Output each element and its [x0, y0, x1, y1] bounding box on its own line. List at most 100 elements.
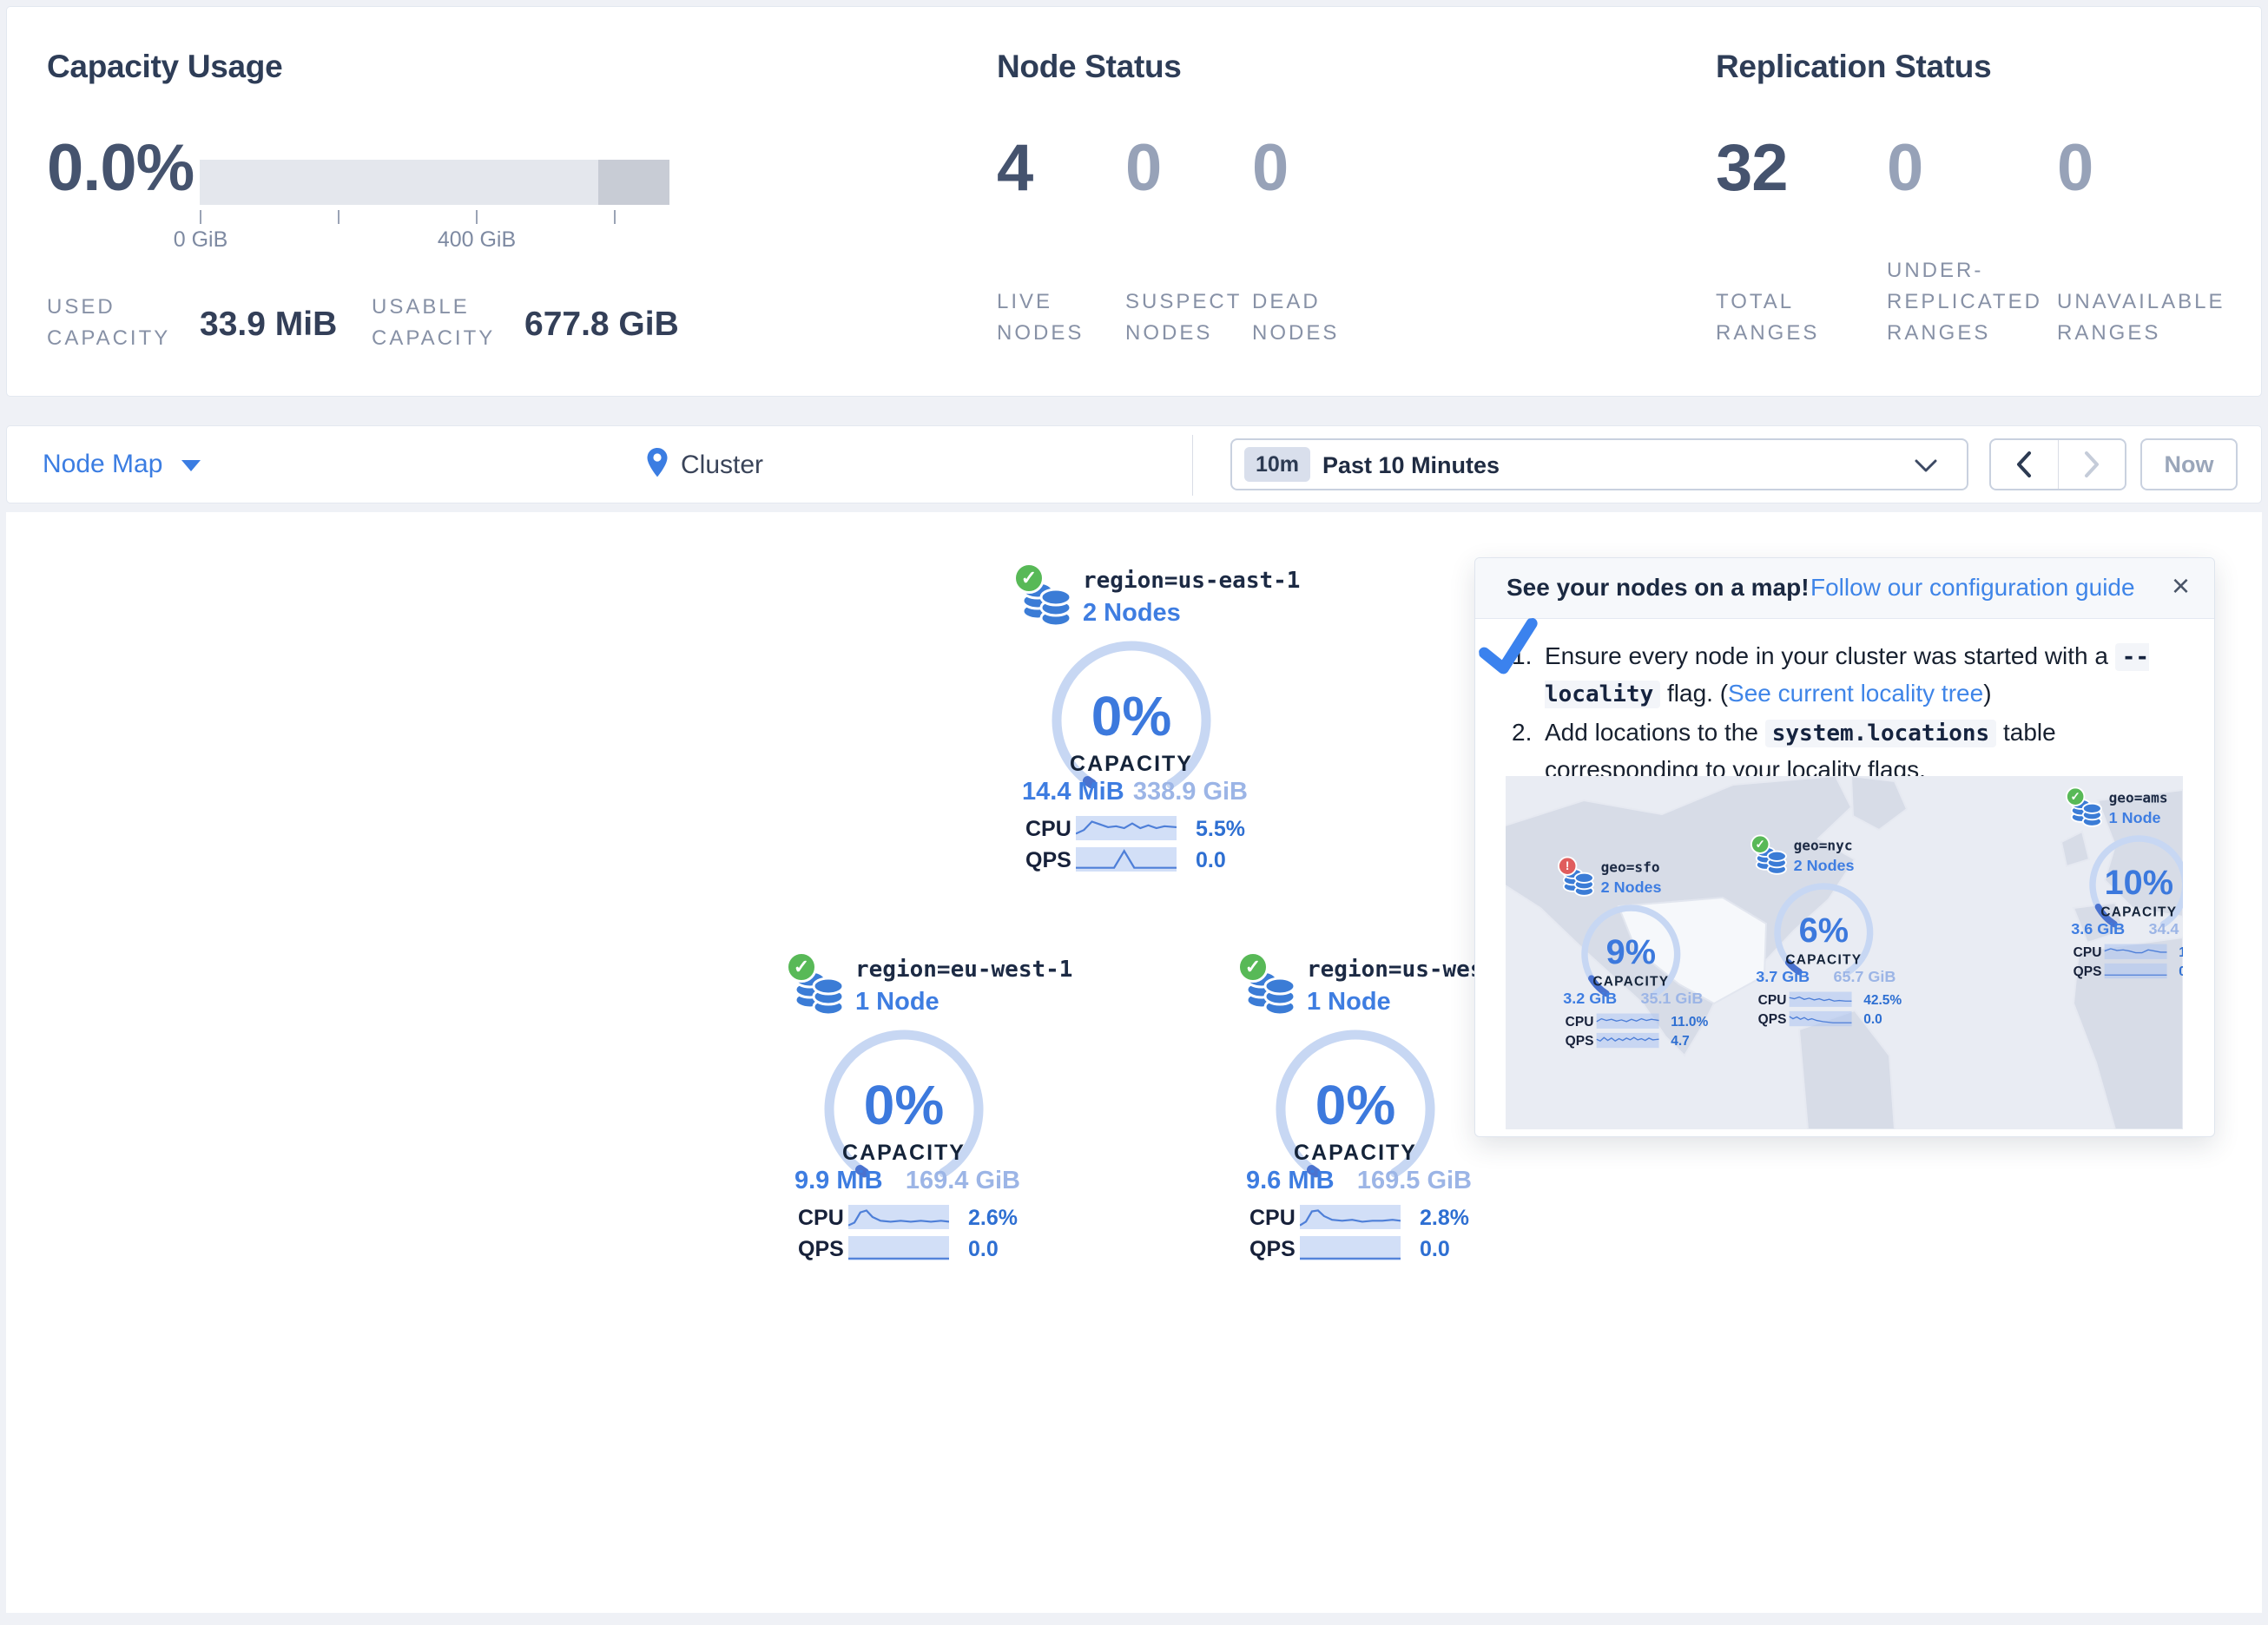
qps-sparkline	[1300, 1236, 1401, 1260]
cpu-label: CPU	[1758, 992, 1787, 1008]
status-ok-icon: ✓	[1013, 562, 1045, 594]
locality-node-count: 2 Nodes	[1601, 879, 1662, 897]
total-capacity: 169.4 GiB	[906, 1167, 1020, 1195]
qps-row: QPS 4.7	[1566, 1033, 1704, 1049]
region-node-eu-west-1[interactable]: ✓ region=eu-west-1 1 Node 0% CAPACITY 9.…	[786, 955, 1022, 1267]
region-node-us-west-1[interactable]: ✓ region=us-west-1 1 Node 0% CAPACITY 9.…	[1237, 955, 1474, 1267]
configuration-guide-link[interactable]: Follow our configuration guide	[1810, 574, 2135, 602]
capacity-label: CAPACITY	[1013, 752, 1249, 777]
cpu-sparkline	[848, 1205, 949, 1229]
total-capacity: 34.4 GiB	[2148, 920, 2183, 938]
unavailable-ranges-label: UNAVAILABLE RANGES	[2057, 286, 2225, 349]
cpu-row: CPU 11.0%	[1566, 1014, 1704, 1030]
status-ok-icon: ✓	[786, 951, 817, 983]
view-selector-label: Node Map	[43, 450, 162, 478]
axis-tick	[614, 210, 616, 224]
used-capacity: 9.9 MiB	[794, 1167, 883, 1195]
map-node-geo-nyc[interactable]: ✓ geo=nyc 2 Nodes 6% CAPACITY 3.7 GiB 65…	[1750, 837, 1897, 1030]
locality-title: geo=ams	[2109, 790, 2168, 806]
popup-header: See your nodes on a map! Follow our conf…	[1475, 558, 2214, 619]
cpu-sparkline	[1300, 1205, 1401, 1229]
total-capacity: 338.9 GiB	[1133, 778, 1248, 806]
cpu-label: CPU	[2074, 944, 2102, 960]
step-text-pre: Add locations to the	[1545, 719, 1765, 746]
region-node-us-east-1[interactable]: ✓ region=us-east-1 2 Nodes 0% CAPACITY 1…	[1013, 566, 1249, 878]
cpu-label: CPU	[1566, 1014, 1594, 1030]
qps-row: QPS 0.0	[1249, 1236, 1474, 1262]
cpu-value: 11.0%	[1671, 1014, 1708, 1030]
qps-value: 0.0	[1863, 1012, 1882, 1028]
capacity-percent: 6%	[1750, 910, 1897, 950]
cpu-value: 12.3%	[2179, 944, 2183, 960]
used-capacity-label: USED CAPACITY	[47, 292, 170, 354]
instruction-step-1: 1. Ensure every node in your cluster was…	[1512, 638, 2182, 713]
region-title: region=us-east-1	[1083, 568, 1300, 594]
capacity-percent: 10%	[2066, 862, 2183, 902]
under-replicated-count: 0	[1887, 130, 1922, 206]
axis-tick-label: 0 GiB	[131, 227, 270, 253]
qps-sparkline	[2105, 964, 2167, 978]
capacity-percent: 0%	[1013, 684, 1249, 748]
cpu-sparkline	[2105, 944, 2167, 959]
suspect-nodes-label: SUSPECT NODES	[1125, 286, 1242, 349]
big-check-icon	[1476, 617, 1544, 679]
suspect-nodes-count: 0	[1125, 130, 1161, 206]
replication-status-title: Replication Status	[1716, 49, 1991, 85]
qps-row: QPS 0.0	[2074, 964, 2183, 980]
time-range-badge: 10m	[1244, 447, 1310, 482]
unavailable-ranges-count: 0	[2057, 130, 2093, 206]
step-text-post: )	[1983, 680, 1991, 707]
used-capacity: 3.7 GiB	[1756, 968, 1810, 985]
step-text-pre: Ensure every node in your cluster was st…	[1545, 642, 2115, 669]
time-step-back-button[interactable]	[1991, 440, 2059, 489]
view-selector-dropdown[interactable]: Node Map	[43, 450, 201, 479]
dead-nodes-label: DEAD NODES	[1252, 286, 1339, 349]
capacity-label: CAPACITY	[786, 1141, 1022, 1166]
qps-value: 4.7	[1671, 1034, 1690, 1049]
cpu-sparkline	[1076, 816, 1177, 840]
locality-title: geo=sfo	[1601, 859, 1660, 876]
qps-row: QPS 0.0	[1758, 1011, 1897, 1028]
system-locations-code: system.locations	[1765, 720, 1996, 747]
time-range-selector[interactable]: 10m Past 10 Minutes	[1230, 438, 1968, 490]
cpu-row: CPU 42.5%	[1758, 992, 1897, 1009]
live-nodes-label: LIVE NODES	[997, 286, 1084, 349]
map-toolbar: Node Map Cluster 10m Past 10 Minutes	[6, 425, 2262, 503]
qps-sparkline	[1076, 847, 1177, 872]
cluster-summary-panel: Capacity Usage 0.0% 0 GiB 400 GiB USED C…	[6, 6, 2262, 397]
capacity-label: CAPACITY	[2066, 905, 2183, 920]
locality-node-count: 2 Nodes	[1794, 858, 1855, 875]
time-step-forward-button[interactable]	[2059, 440, 2126, 489]
qps-label: QPS	[1025, 848, 1071, 873]
locality-title: geo=nyc	[1794, 838, 1853, 854]
capacity-label: CAPACITY	[1750, 952, 1897, 968]
chevron-left-icon	[2015, 451, 2033, 478]
region-node-count: 1 Node	[855, 988, 940, 1016]
dead-nodes-count: 0	[1252, 130, 1288, 206]
region-title: region=eu-west-1	[855, 957, 1072, 983]
region-node-count: 1 Node	[1307, 988, 1391, 1016]
capacity-label: CAPACITY	[1237, 1141, 1474, 1166]
qps-label: QPS	[2074, 964, 2102, 980]
axis-tick	[200, 210, 201, 224]
used-capacity: 14.4 MiB	[1022, 778, 1124, 806]
breadcrumb-cluster[interactable]: Cluster	[681, 451, 763, 480]
qps-row: QPS 0.0	[1025, 847, 1249, 873]
cpu-row: CPU 5.5%	[1025, 816, 1249, 842]
locality-node-count: 1 Node	[2109, 810, 2161, 827]
map-node-geo-sfo[interactable]: ! geo=sfo 2 Nodes 9% CAPACITY 3.2 GiB 35…	[1558, 859, 1704, 1052]
used-capacity-value: 33.9 MiB	[200, 306, 337, 344]
cpu-row: CPU 2.6%	[798, 1205, 1022, 1231]
qps-label: QPS	[1566, 1034, 1594, 1049]
capacity-usage-bar	[200, 160, 669, 205]
cpu-label: CPU	[1025, 817, 1071, 842]
close-icon[interactable]: ×	[2172, 569, 2190, 603]
map-node-geo-ams[interactable]: ✓ geo=ams 1 Node 10% CAPACITY 3.6 GiB 34…	[2066, 789, 2183, 983]
now-button[interactable]: Now	[2140, 438, 2238, 490]
toolbar-divider	[1192, 435, 1193, 496]
time-range-label: Past 10 Minutes	[1322, 452, 1500, 479]
locality-tree-link[interactable]: See current locality tree	[1728, 680, 1983, 707]
status-ok-icon: ✓	[1750, 835, 1770, 854]
capacity-reserved-segment	[598, 160, 669, 205]
used-capacity: 3.2 GiB	[1563, 990, 1617, 1007]
